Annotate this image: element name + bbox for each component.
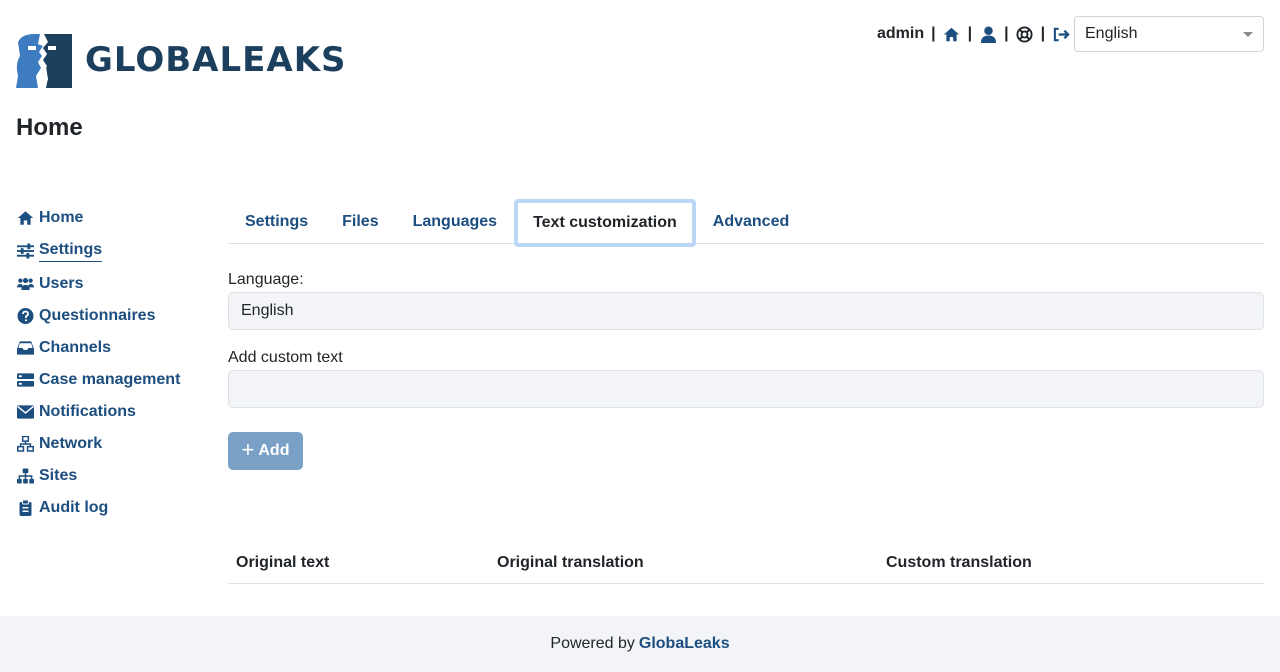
footer-prefix: Powered by [550,635,635,652]
question-circle-icon [16,308,34,324]
envelope-icon [16,404,34,420]
language-label: Language: [228,271,304,288]
custom-text-input[interactable] [241,371,1251,407]
clipboard-icon [16,500,34,516]
tab-bar: Settings Files Languages Text customizat… [228,199,1264,247]
server-icon [16,372,34,388]
separator: | [1040,25,1046,42]
sidebar-item-label: Audit log [39,499,109,516]
column-header-custom-translation: Custom translation [886,554,1032,571]
home-icon[interactable] [943,25,961,43]
network-icon [16,436,34,452]
sidebar-item-home[interactable]: Home [16,202,206,234]
globaleaks-logo-icon [16,34,72,88]
sliders-icon [16,243,34,259]
custom-text-label: Add custom text [228,349,343,366]
user-bar: admin | | | | [877,24,1070,44]
separator: | [931,25,936,42]
custom-text-field[interactable] [228,370,1264,408]
tab-settings[interactable]: Settings [228,199,325,244]
sidebar-item-label: Users [39,275,84,292]
sidebar-item-case-management[interactable]: Case management [16,364,206,396]
sidebar-item-label: Case management [39,371,181,388]
sidebar-item-sites[interactable]: Sites [16,460,206,492]
username: admin [877,25,925,42]
footer-link[interactable]: GlobaLeaks [639,635,730,653]
plus-icon: + [241,437,255,462]
separator: | [1004,25,1009,42]
tab-languages[interactable]: Languages [396,199,514,244]
sidebar-item-network[interactable]: Network [16,428,206,460]
language-select-value: English [1085,25,1138,42]
sitemap-icon [16,468,34,484]
sidebar-item-settings[interactable]: Settings [16,234,206,268]
language-field-value: English [241,302,294,319]
column-header-original-translation: Original translation [497,554,644,571]
table-header: Original text Original translation Custo… [228,542,1264,584]
sidebar-item-audit-log[interactable]: Audit log [16,492,206,524]
sidebar-item-channels[interactable]: Channels [16,332,206,364]
users-icon [16,276,34,292]
separator: | [967,25,973,42]
tab-advanced[interactable]: Advanced [696,199,806,244]
chevron-down-icon [1243,32,1253,37]
tab-files[interactable]: Files [325,199,395,244]
sidebar-item-label: Questionnaires [39,307,156,324]
logo[interactable]: GLOBALEAKS [16,32,347,88]
add-button-label: Add [258,442,290,459]
sidebar: Home Settings Users Questionnaires Chann… [16,202,206,524]
logout-icon[interactable] [1052,25,1070,43]
sidebar-item-label: Settings [39,241,103,262]
sidebar-item-questionnaires[interactable]: Questionnaires [16,300,206,332]
sidebar-item-users[interactable]: Users [16,268,206,300]
column-header-original-text: Original text [236,554,330,571]
language-select[interactable]: English [1074,16,1264,52]
sidebar-item-label: Notifications [39,403,136,420]
sidebar-item-notifications[interactable]: Notifications [16,396,206,428]
tab-text-customization[interactable]: Text customization [514,199,696,247]
user-icon[interactable] [979,25,997,43]
add-button[interactable]: + Add [228,432,303,470]
home-icon [16,210,34,226]
sidebar-item-label: Network [39,435,103,452]
inbox-icon [16,340,34,356]
footer: Powered by GlobaLeaks [0,616,1280,672]
support-icon[interactable] [1016,25,1034,43]
language-field[interactable]: English [228,292,1264,330]
sidebar-item-label: Channels [39,339,112,356]
brand-name: GLOBALEAKS [85,40,347,80]
sidebar-item-label: Sites [39,467,78,484]
sidebar-item-label: Home [39,209,84,226]
page-title: Home [16,114,83,141]
